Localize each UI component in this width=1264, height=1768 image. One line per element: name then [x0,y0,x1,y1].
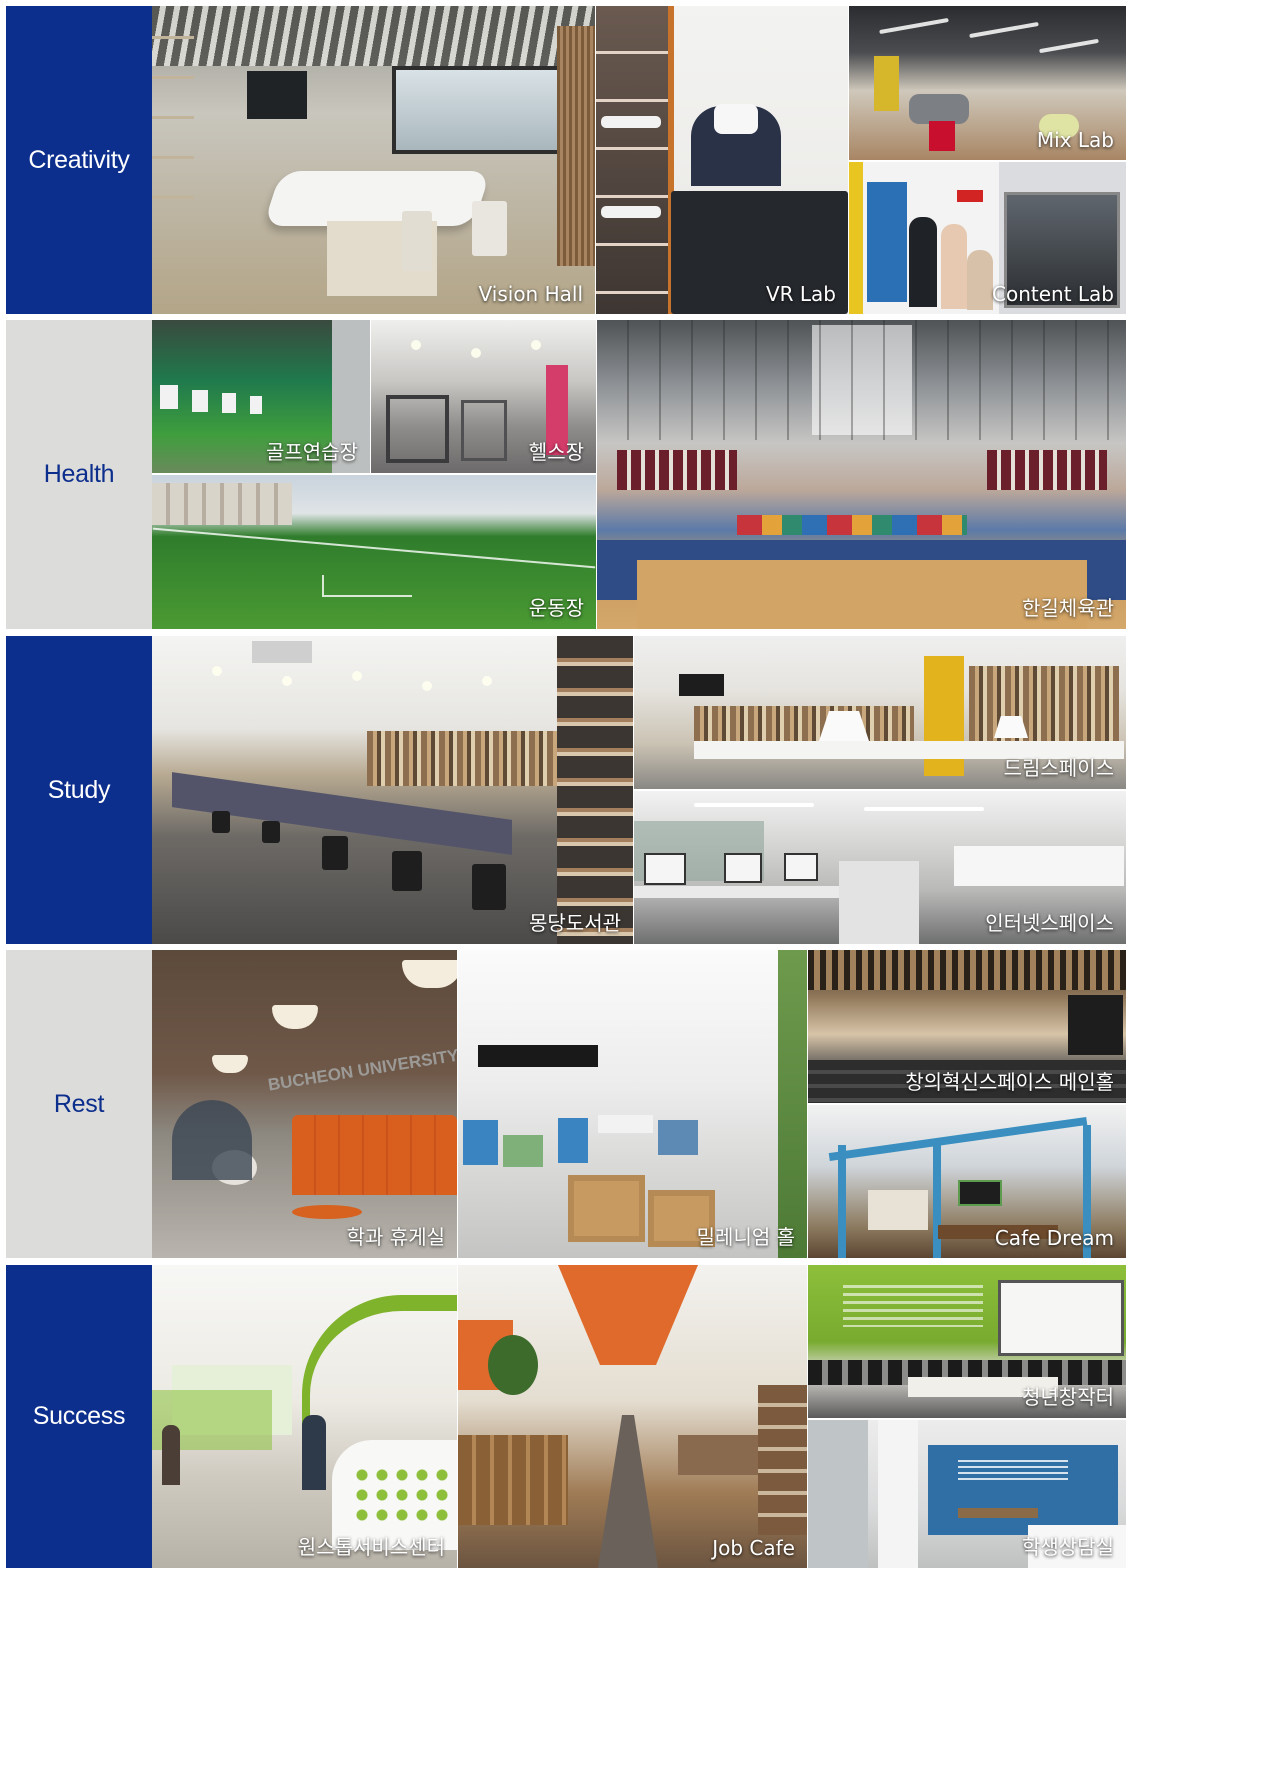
lounge-signage: BUCHEON UNIVERSITY LOU [266,1039,457,1095]
photo-caption: 학과 휴게실 [346,1225,445,1249]
photo-hangil-gymnasium[interactable]: 한길체육관 [597,320,1126,629]
photo-caption: Vision Hall [478,282,583,306]
category-label: Health [6,320,152,629]
photo-caption: 드림스페이스 [1003,756,1114,780]
photo-golf-range[interactable]: 골프연습장 [152,320,370,473]
photo-caption: 골프연습장 [266,440,358,464]
photo-caption: 헬스장 [528,440,584,464]
photo-vision-hall[interactable]: Vision Hall [152,6,595,314]
photo-student-counseling-room[interactable]: 학생상담실 [808,1420,1126,1568]
photo-caption: 한길체육관 [1022,596,1114,620]
photo-millennium-hall[interactable]: 밀레니엄 홀 [458,950,807,1258]
photo-caption: VR Lab [765,282,836,306]
photo-youth-creation-lab[interactable]: 청년창작터 [808,1265,1126,1418]
photo-cafe-dream[interactable]: Cafe Dream [808,1105,1126,1258]
category-label: Rest [6,950,152,1258]
photo-department-lounge[interactable]: BUCHEON UNIVERSITY LOU 학과 휴게실 [152,950,457,1258]
photo-caption: 밀레니엄 홀 [696,1225,795,1249]
row-rest: Rest BUCHEON UNIVERSITY LOU 학과 휴게실 밀레니엄 … [6,950,1256,1258]
photo-caption: Content Lab [992,282,1114,306]
photo-caption: Job Cafe [712,1536,795,1560]
row-creativity: Creativity Vision Hall VR Lab Mix Lab Co… [6,6,1256,314]
photo-caption: 운동장 [528,596,584,620]
row-success: Success 원스톱서비스센터 Job Cafe 청년창작터 학생상담실 [6,1265,1256,1568]
photo-one-stop-service-center[interactable]: 원스톱서비스센터 [152,1265,457,1568]
photo-mix-lab[interactable]: Mix Lab [849,6,1126,160]
photo-job-cafe[interactable]: Job Cafe [458,1265,807,1568]
photo-dream-space[interactable]: 드림스페이스 [634,636,1126,789]
row-study: Study 몽당도서관 드림스페이스 인터넷스페이스 [6,636,1256,944]
photo-caption: 창의혁신스페이스 메인홀 [905,1070,1114,1094]
photo-caption: 청년창작터 [1022,1385,1114,1409]
photo-content-lab[interactable]: Content Lab [849,162,1126,314]
photo-vr-lab[interactable]: VR Lab [596,6,848,314]
photo-internet-space[interactable]: 인터넷스페이스 [634,791,1126,944]
row-health: Health 골프연습장 헬스장 운동장 한길체육관 [6,320,1256,629]
photo-caption: Cafe Dream [994,1226,1114,1250]
photo-caption: 인터넷스페이스 [985,911,1114,935]
category-label: Creativity [6,6,152,314]
category-label: Study [6,636,152,944]
photo-innovation-space-main-hall[interactable]: 창의혁신스페이스 메인홀 [808,950,1126,1103]
photo-caption: Mix Lab [1036,128,1114,152]
photo-caption: 학생상담실 [1022,1535,1114,1559]
photo-sports-field[interactable]: 운동장 [152,475,596,629]
photo-caption: 원스톱서비스센터 [297,1535,445,1559]
category-label: Success [6,1265,152,1568]
photo-fitness-center[interactable]: 헬스장 [371,320,596,473]
photo-mongdang-library[interactable]: 몽당도서관 [152,636,633,944]
photo-caption: 몽당도서관 [529,911,621,935]
